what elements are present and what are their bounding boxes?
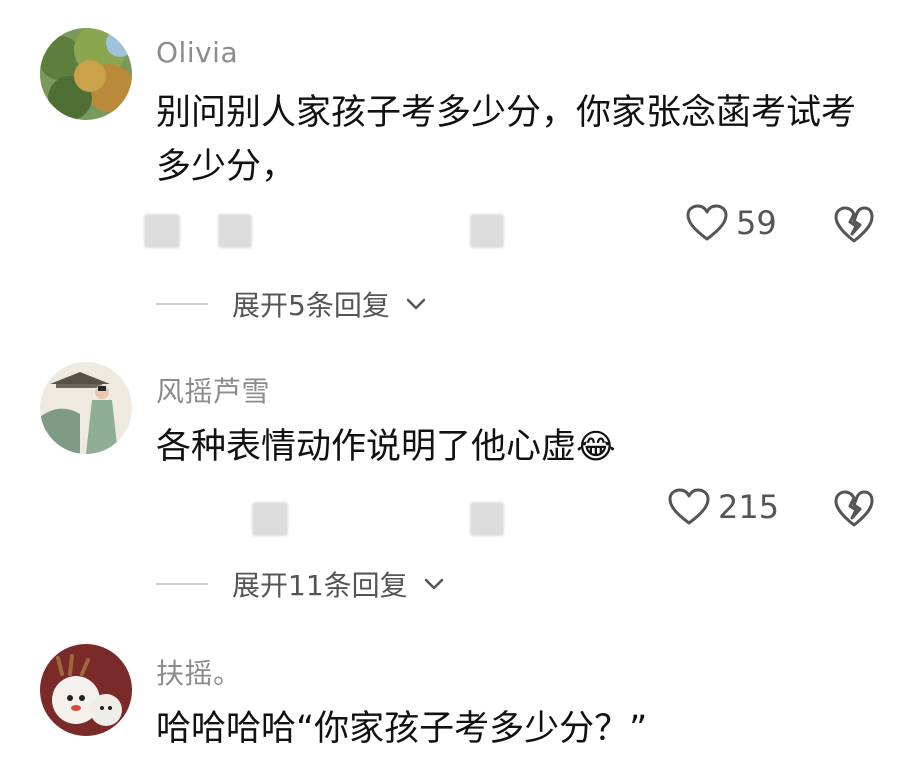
comment-text: 哈哈哈哈“你家孩子考多少分？” bbox=[156, 709, 648, 749]
avatar[interactable] bbox=[40, 644, 132, 736]
comment-item: 扶摇。 哈哈哈哈“你家孩子考多少分？” bbox=[0, 0, 922, 764]
username[interactable]: 扶摇。 bbox=[156, 652, 242, 692]
